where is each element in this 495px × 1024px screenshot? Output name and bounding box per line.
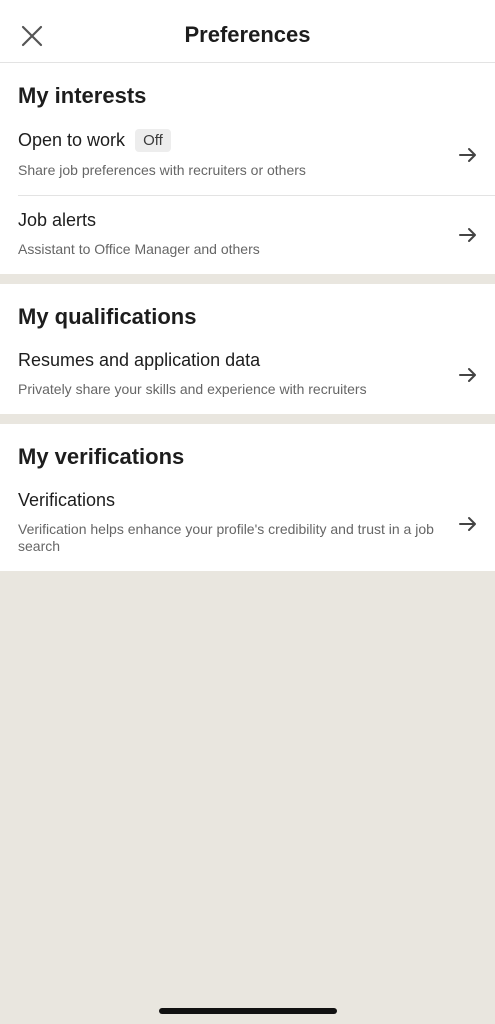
arrow-right-icon[interactable] xyxy=(457,144,479,166)
row-title: Job alerts xyxy=(18,210,97,230)
row-title: Verifications xyxy=(18,490,116,510)
section-title: My qualifications xyxy=(18,304,197,329)
section-title: My interests xyxy=(18,83,147,108)
verifications-row[interactable]: Verifications Verification helps enhance… xyxy=(0,476,495,571)
job-alerts-row[interactable]: Job alerts Assistant to Office Manager a… xyxy=(0,196,495,274)
row-subtitle: Privately share your skills and experien… xyxy=(18,381,367,397)
open-to-work-row[interactable]: Open to work Off Share job preferences w… xyxy=(0,115,495,195)
resumes-row[interactable]: Resumes and application data Privately s… xyxy=(0,336,495,414)
row-subtitle: Assistant to Office Manager and others xyxy=(18,241,260,257)
section-my-verifications: My verifications Verifications Verificat… xyxy=(0,424,495,571)
top-bar: Preferences xyxy=(0,0,495,63)
arrow-right-icon[interactable] xyxy=(457,513,479,535)
arrow-right-icon[interactable] xyxy=(457,224,479,246)
section-title: My verifications xyxy=(18,444,185,469)
page-title: Preferences xyxy=(184,22,311,47)
row-title: Resumes and application data xyxy=(18,350,261,370)
arrow-right-icon[interactable] xyxy=(457,364,479,386)
section-my-qualifications: My qualifications Resumes and applicatio… xyxy=(0,284,495,414)
row-subtitle: Share job preferences with recruiters or… xyxy=(18,162,306,178)
row-subtitle: Verification helps enhance your profile'… xyxy=(18,521,434,554)
status-badge: Off xyxy=(135,129,171,152)
row-title: Open to work xyxy=(18,130,126,150)
section-my-interests: My interests Open to work Off Share job … xyxy=(0,63,495,274)
home-indicator xyxy=(158,1008,337,1014)
